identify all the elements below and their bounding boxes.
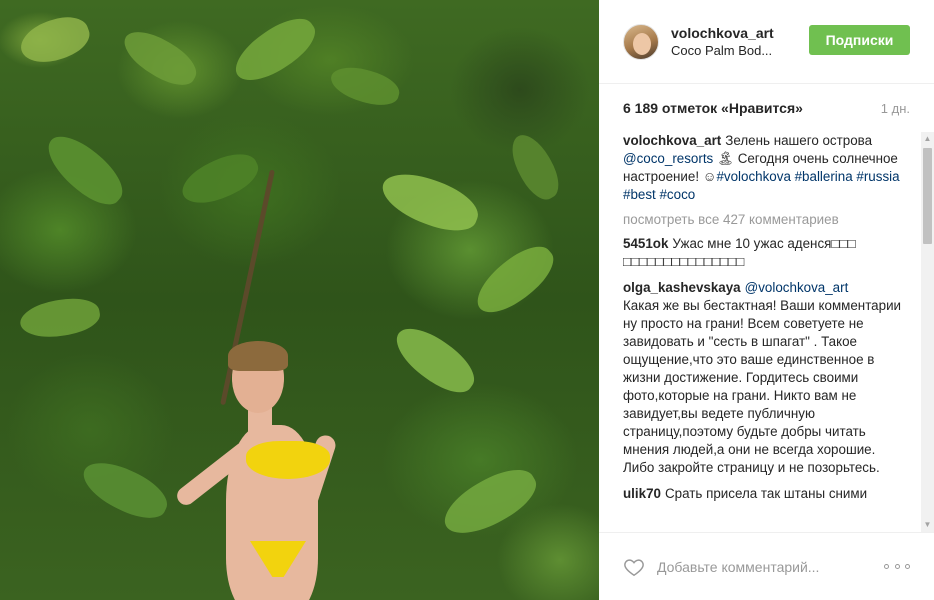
post-photo[interactable] <box>0 0 599 600</box>
caption-username[interactable]: volochkova_art <box>623 133 721 148</box>
comments-scrollbar[interactable]: ▲ ▼ <box>921 132 934 532</box>
caption: volochkova_art Зелень нашего острова @coc… <box>623 132 910 204</box>
bikini-top <box>246 441 330 479</box>
foliage <box>17 293 103 343</box>
comment-input[interactable] <box>657 558 884 575</box>
dot <box>894 564 900 569</box>
comment-item: 5451ok Ужас мне 10 ужас аденся□□□ □□□□□□□… <box>623 235 910 271</box>
foliage <box>502 128 568 206</box>
dot <box>884 564 889 569</box>
foliage <box>327 61 403 111</box>
comment-username[interactable]: ulik70 <box>623 486 661 501</box>
comment-username[interactable]: olga_kashevskaya <box>623 280 741 295</box>
comments-list[interactable]: volochkova_art Зелень нашего острова @coc… <box>599 132 934 532</box>
comment-item: olga_kashevskaya @volochkova_art Какая же … <box>623 279 910 477</box>
comment-text: Срать присела так штаны сними <box>664 486 868 501</box>
caption-mention[interactable]: @coco_resorts <box>623 151 713 166</box>
heart-icon[interactable] <box>623 556 645 578</box>
foliage <box>435 457 545 547</box>
scroll-down-arrow-icon[interactable]: ▼ <box>921 518 934 532</box>
foliage <box>226 7 324 93</box>
foliage <box>386 317 484 403</box>
follow-button[interactable]: Подписки <box>809 25 910 55</box>
location-link[interactable]: Coco Palm Bod... <box>671 42 774 60</box>
caption-text: Зелень нашего острова <box>725 133 873 148</box>
foliage <box>37 125 133 215</box>
comment-text: Какая же вы бестактная! Ваши комментарии… <box>623 298 902 475</box>
foliage <box>467 235 563 325</box>
more-options-icon[interactable] <box>884 562 910 572</box>
foliage <box>15 9 95 71</box>
view-all-comments-link[interactable]: посмотреть все 427 комментариев <box>623 212 910 227</box>
scrollbar-thumb[interactable] <box>923 148 932 244</box>
comment-username[interactable]: 5451ok <box>623 236 668 251</box>
woman-figure <box>160 341 380 600</box>
comment-item: ulik70 Срать присела так штаны сними <box>623 485 910 503</box>
scroll-up-arrow-icon[interactable]: ▲ <box>921 132 934 146</box>
username-link[interactable]: volochkova_art <box>671 24 774 42</box>
user-block: volochkova_art Coco Palm Bod... <box>671 24 774 60</box>
foliage <box>375 164 485 240</box>
likes-row: 6 189 отметок «Нравится» 1 дн. <box>599 84 934 132</box>
post-time[interactable]: 1 дн. <box>881 101 910 116</box>
post-header: volochkova_art Coco Palm Bod... Подписки <box>599 0 934 84</box>
foliage <box>116 22 204 94</box>
likes-count[interactable]: 6 189 отметок «Нравится» <box>623 100 803 116</box>
post-footer <box>599 532 934 600</box>
comment-mention[interactable]: @volochkova_art <box>745 280 849 295</box>
post-sidebar: volochkova_art Coco Palm Bod... Подписки… <box>599 0 934 600</box>
foliage <box>175 144 265 214</box>
dot <box>905 564 910 569</box>
hair <box>228 341 288 371</box>
avatar[interactable] <box>623 23 659 60</box>
